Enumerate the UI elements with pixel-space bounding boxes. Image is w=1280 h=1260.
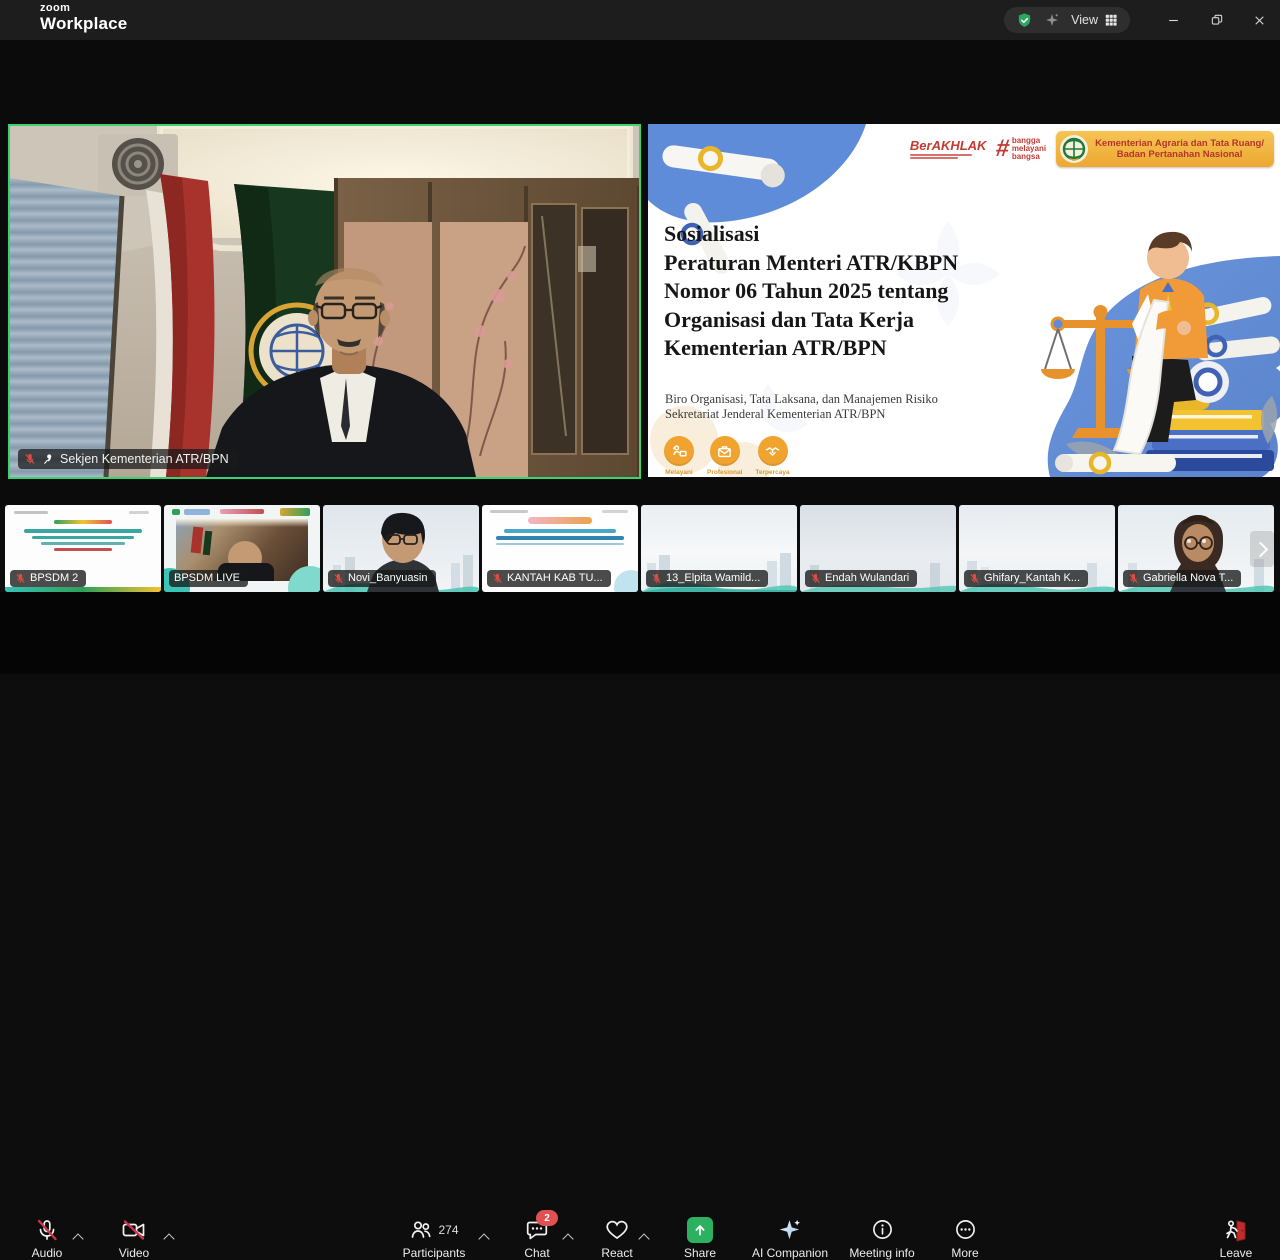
value-terpercaya: Terpercaya [755,436,789,476]
slide-logo-row: BerAKHLAK # bangga melayani bangsa [910,131,1274,167]
view-label: View [1071,13,1098,27]
minimize-icon [1167,14,1180,27]
mic-muted-icon [1128,573,1139,584]
ai-companion-sparkle-icon[interactable] [1044,12,1060,28]
mic-muted-icon [969,573,980,584]
chat-options-chevron[interactable] [564,1230,572,1248]
grid-view-icon [1104,13,1118,27]
profesional-icon [710,436,740,466]
video-button[interactable]: Video [104,1216,164,1260]
participant-name-pill: BPSDM LIVE [169,570,248,587]
slide-subtitle: Biro Organisasi, Tata Laksana, dan Manaj… [665,392,938,422]
participant-tile[interactable]: BPSDM 2 [5,505,161,592]
chevron-right-icon [1253,541,1269,557]
participant-name-pill: Ghifary_Kantah K... [964,570,1088,587]
share-button[interactable]: Share [670,1216,730,1260]
participants-options-chevron[interactable] [480,1230,488,1248]
brand-zoom: zoom [40,3,127,14]
meeting-toolbar: Audio Video 274 Participants 2 Chat Reac… [0,592,1280,674]
participant-tile[interactable]: KANTAH KAB TU... [482,505,638,592]
meeting-stage: Sekjen Kementerian ATR/BPN [0,40,1280,505]
titlebar-controls: View [1004,7,1130,33]
participants-icon [409,1218,433,1242]
close-icon [1253,14,1266,27]
title-bar: zoom Workplace View [0,0,1280,40]
ai-companion-icon [777,1217,803,1243]
participant-tile[interactable]: BPSDM LIVE [164,505,320,592]
security-shield-icon[interactable] [1016,12,1033,29]
heart-icon [605,1218,629,1242]
participant-tile[interactable]: Ghifary_Kantah K... [959,505,1115,592]
video-off-icon [121,1218,147,1242]
view-button[interactable]: View [1071,13,1118,27]
audio-button[interactable]: Audio [17,1216,77,1260]
melayani-icon [664,436,694,466]
more-icon [954,1218,977,1241]
leave-icon [1223,1218,1249,1242]
participant-tile[interactable]: Novi_Banyuasin [323,505,479,592]
more-button[interactable]: More [935,1216,995,1260]
participant-name-pill: Gabriella Nova T... [1123,570,1241,587]
speaker-name-pill: Sekjen Kementerian ATR/BPN [18,449,239,469]
slide-title: Sosialisasi Peraturan Menteri ATR/KBPN N… [664,220,1034,363]
react-options-chevron[interactable] [640,1230,648,1248]
participants-count: 274 [438,1223,458,1237]
ai-companion-button[interactable]: AI Companion [740,1216,840,1260]
value-profesional: Profesional [707,436,742,476]
participant-tile[interactable]: Endah Wulandari [800,505,956,592]
active-speaker-tile[interactable]: Sekjen Kementerian ATR/BPN [8,124,641,479]
mic-muted-icon [492,573,503,584]
chat-button[interactable]: 2 Chat [507,1216,567,1260]
ministry-banner: Kementerian Agraria dan Tata Ruang/ Bada… [1056,131,1274,167]
slide-values: Melayani Profesional Terpercaya [664,436,790,476]
mic-muted-icon [24,453,36,465]
close-button[interactable] [1238,0,1280,40]
brand-workplace: Workplace [40,14,127,33]
info-icon [871,1218,894,1241]
participant-name-pill: 13_Elpita Wamild... [646,570,768,587]
atrbpn-logo [1059,134,1089,164]
terpercaya-icon [758,436,788,466]
participant-name-pill: Novi_Banyuasin [328,570,436,587]
speaker-name-label: Sekjen Kementerian ATR/BPN [60,452,229,466]
value-melayani: Melayani [664,436,694,476]
bangga-melayani-bangsa-logo: # bangga melayani bangsa [996,137,1046,161]
audio-options-chevron[interactable] [74,1230,82,1248]
mic-muted-icon [15,573,26,584]
speaker-video-scene [10,126,639,477]
berakhlak-tagline [910,154,987,159]
participant-name-pill: BPSDM 2 [10,570,86,587]
mic-muted-icon [35,1218,59,1242]
participant-name-pill: Endah Wulandari [805,570,917,587]
meeting-info-button[interactable]: Meeting info [839,1216,925,1260]
mic-muted-icon [651,573,662,584]
restore-icon [1210,13,1224,27]
mic-muted-icon [333,573,344,584]
scroll-decor-bottom [1055,454,1176,472]
participant-tile[interactable]: 13_Elpita Wamild... [641,505,797,592]
mic-muted-icon [810,573,821,584]
participant-name-pill: KANTAH KAB TU... [487,570,611,587]
leave-button[interactable]: Leave [1206,1216,1266,1260]
minimize-button[interactable] [1152,0,1194,40]
restore-button[interactable] [1196,0,1238,40]
participants-button[interactable]: 274 Participants [389,1216,479,1260]
screen-share-tile[interactable]: BerAKHLAK # bangga melayani bangsa [648,124,1280,477]
share-screen-icon [687,1217,713,1243]
zoom-workplace-logo: zoom Workplace [40,3,127,33]
video-options-chevron[interactable] [165,1230,173,1248]
filmstrip-next-button[interactable] [1250,531,1274,567]
berakhlak-logo: BerAKHLAK [910,139,987,159]
chat-unread-badge: 2 [536,1210,558,1226]
pin-icon [42,453,54,465]
